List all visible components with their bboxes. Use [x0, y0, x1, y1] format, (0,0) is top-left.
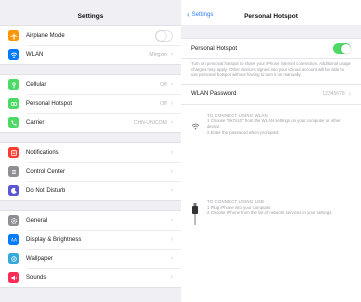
page-title: Personal Hotspot	[244, 12, 298, 20]
settings-screen: Settings Airplane Mode WLAN Mingxin › Cellul…	[0, 0, 181, 302]
gear-icon	[8, 215, 19, 226]
settings-row-general[interactable]: General ›	[0, 211, 181, 230]
usb-instructions: TO CONNECT USING USB 1 Plug iPhone into …	[181, 199, 361, 230]
settings-group: Airplane Mode WLAN Mingxin ›	[0, 25, 181, 65]
status-bar	[181, 0, 361, 7]
chevron-right-icon: ›	[170, 217, 173, 224]
control-center-icon	[8, 166, 19, 177]
personal-hotspot-row: Personal Hotspot	[181, 38, 361, 59]
chevron-right-icon: ›	[170, 149, 173, 156]
moon-icon	[8, 185, 19, 196]
hotspot-icon	[8, 98, 19, 109]
settings-row-label: Control Center	[26, 168, 66, 175]
personal-hotspot-toggle[interactable]	[333, 43, 351, 54]
speaker-icon	[8, 272, 19, 283]
chevron-left-icon: ‹	[187, 10, 190, 19]
back-button-label: Settings	[191, 12, 214, 18]
chevron-right-icon: ›	[170, 255, 173, 262]
settings-row-label: WLAN	[26, 51, 44, 58]
wifi-icon	[191, 113, 207, 135]
settings-row-cellular[interactable]: Cellular Off ›	[0, 75, 181, 94]
settings-row-control-center[interactable]: Control Center ›	[0, 162, 181, 181]
hotspot-nav-bar: ‹ Settings Personal Hotspot	[181, 7, 361, 25]
chevron-right-icon: ›	[170, 187, 173, 194]
brightness-icon: AA	[8, 234, 19, 245]
settings-row-wallpaper[interactable]: Wallpaper ›	[0, 249, 181, 268]
settings-row-value: Off	[160, 81, 167, 88]
usb-step-2: 2 Choose iPhone from the list of network…	[207, 210, 333, 216]
settings-row-label: Display & Brightness	[26, 236, 82, 243]
airplane-mode-toggle[interactable]	[155, 29, 173, 42]
settings-row-label: Wallpaper	[26, 255, 53, 262]
settings-group: Cellular Off › Personal Hotspot Off › Carrier C…	[0, 74, 181, 133]
wlan-step-1: 1 Choose "8k7s10" from the WLAN settings…	[207, 118, 341, 129]
settings-row-personal-hotspot[interactable]: Personal Hotspot Off ›	[0, 94, 181, 113]
page-title: Settings	[77, 12, 104, 20]
settings-row-label: Carrier	[26, 119, 45, 126]
chevron-right-icon: ›	[170, 274, 173, 281]
chevron-right-icon: ›	[170, 119, 173, 126]
chevron-right-icon: ›	[170, 51, 173, 58]
airplane-icon	[8, 30, 19, 41]
settings-row-value: Mingxin	[149, 51, 167, 58]
usb-cable-icon	[191, 199, 207, 230]
wlan-password-label: WLAN Password	[191, 91, 237, 98]
chevron-right-icon: ›	[348, 90, 351, 98]
wifi-icon	[8, 49, 19, 60]
settings-list: Airplane Mode WLAN Mingxin › Cellular Off › Per…	[0, 25, 181, 288]
chevron-right-icon: ›	[170, 81, 173, 88]
settings-row-notifications[interactable]: Notifications ›	[0, 143, 181, 162]
phone-icon	[8, 117, 19, 128]
settings-row-wlan[interactable]: WLAN Mingxin ›	[0, 45, 181, 64]
chevron-right-icon: ›	[170, 100, 173, 107]
hotspot-description: Turn on personal hotspot to share your i…	[191, 61, 351, 78]
settings-row-label: Personal Hotspot	[26, 100, 73, 107]
wlan-instructions: TO CONNECT USING WLAN 1 Choose "8k7s10" …	[181, 113, 361, 135]
wallpaper-icon	[8, 253, 19, 264]
settings-row-display-brightness[interactable]: AA Display & Brightness ›	[0, 230, 181, 249]
personal-hotspot-screen: ‹ Settings Personal Hotspot Personal Hot…	[181, 0, 361, 302]
notifications-icon	[8, 147, 19, 158]
personal-hotspot-label: Personal Hotspot	[191, 45, 238, 52]
chevron-right-icon: ›	[170, 168, 173, 175]
settings-row-value: CHN-UNICOM	[133, 119, 167, 126]
settings-group: Notifications › Control Center › Do Not Dist…	[0, 142, 181, 201]
svg-text:AA: AA	[10, 237, 17, 243]
settings-row-label: Cellular	[26, 81, 47, 88]
spacer	[181, 25, 361, 38]
settings-nav-bar: Settings	[0, 7, 181, 25]
chevron-right-icon: ›	[170, 236, 173, 243]
settings-row-label: General	[26, 217, 48, 224]
back-button[interactable]: ‹ Settings	[187, 11, 213, 19]
wlan-password-value: 12345678	[322, 91, 345, 98]
settings-row-carrier[interactable]: Carrier CHN-UNICOM ›	[0, 113, 181, 132]
wlan-step-2: 2 Enter the password when prompted.	[207, 129, 280, 135]
settings-row-value: Off	[160, 100, 167, 107]
wlan-password-row[interactable]: WLAN Password 12345678 ›	[181, 83, 361, 105]
settings-row-do-not-disturb[interactable]: Do Not Disturb ›	[0, 181, 181, 200]
settings-row-label: Sounds	[26, 274, 47, 281]
status-bar	[0, 0, 181, 7]
antenna-icon	[8, 79, 19, 90]
settings-row-label: Do Not Disturb	[26, 187, 66, 194]
settings-group: General › AA Display & Brightness › Wallpaper…	[0, 210, 181, 288]
settings-row-sounds[interactable]: Sounds ›	[0, 268, 181, 287]
settings-row-label: Notifications	[26, 149, 59, 156]
settings-row-label: Airplane Mode	[26, 32, 65, 39]
settings-row-airplane-mode[interactable]: Airplane Mode	[0, 26, 181, 45]
